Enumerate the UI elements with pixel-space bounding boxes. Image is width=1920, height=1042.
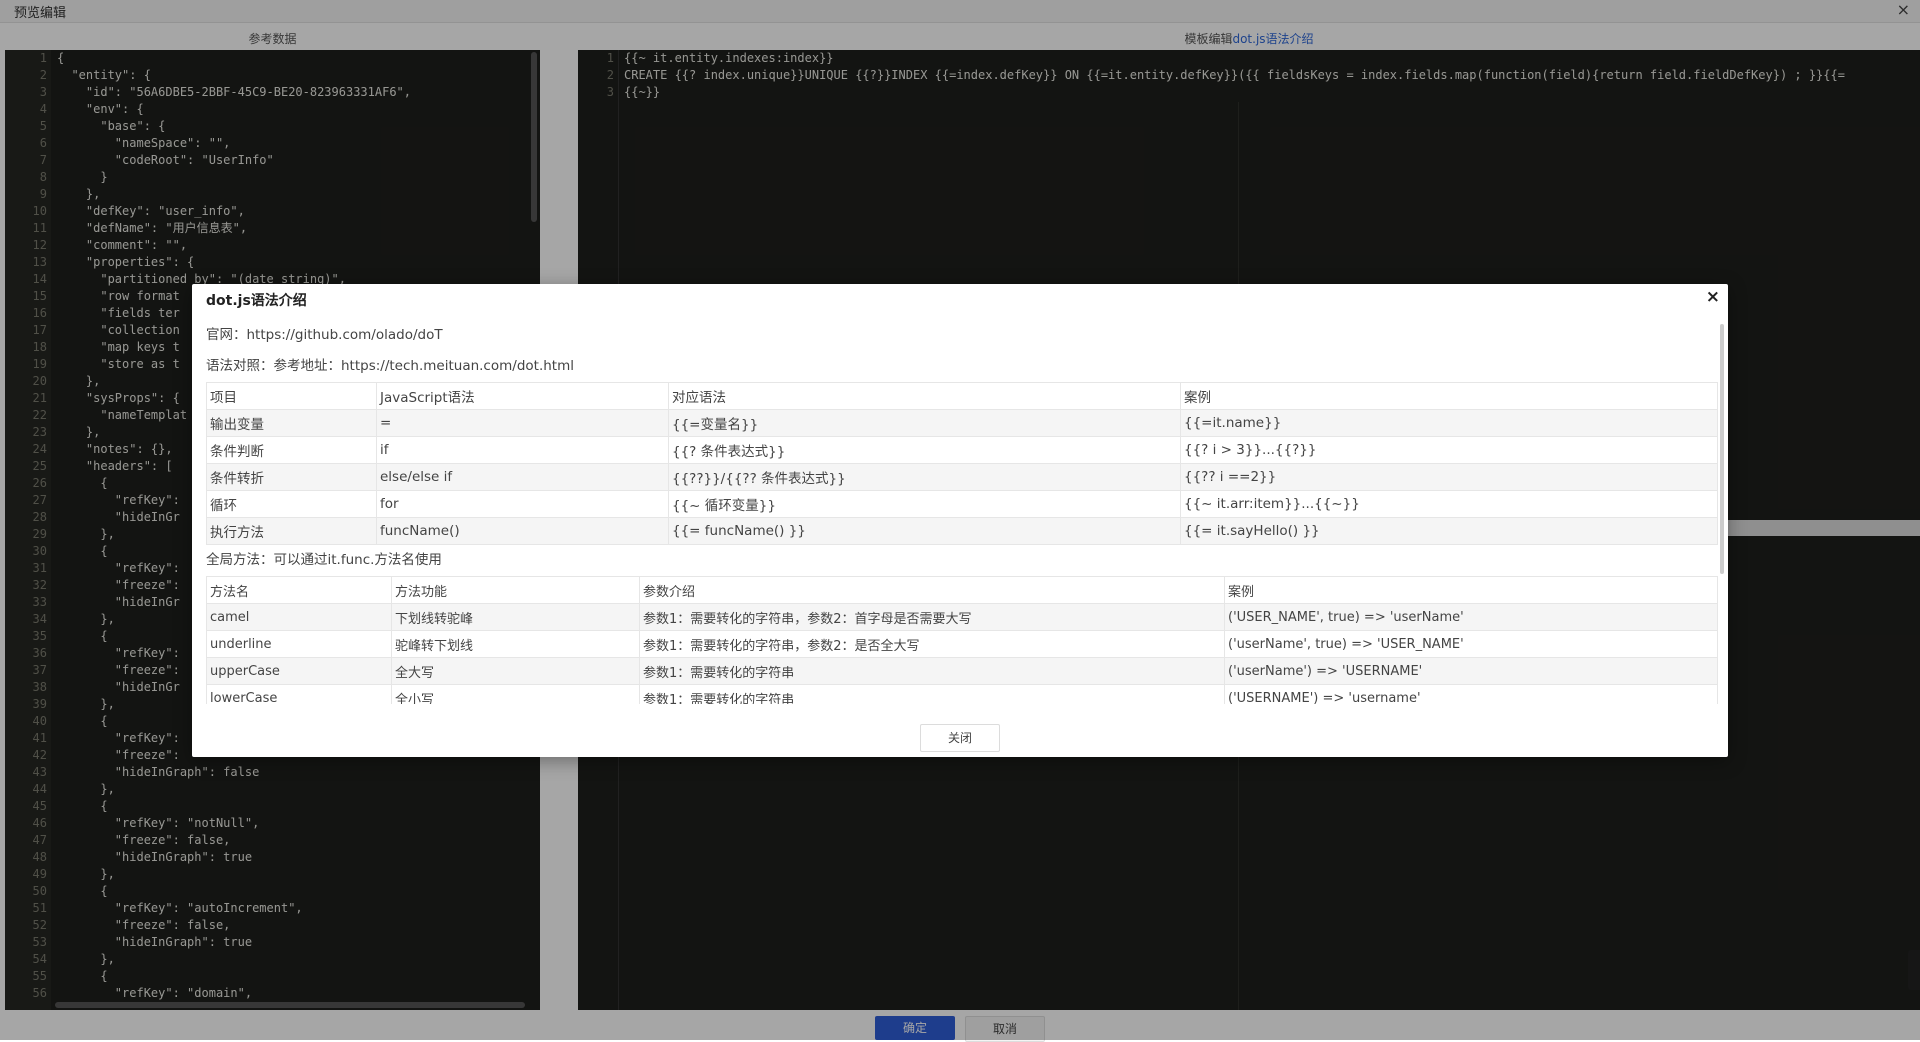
table-row: 条件判断 if {{? 条件表达式}} {{? i > 3}}...{{?}} xyxy=(206,436,1718,464)
table-header-row: 项目 JavaScript语法 对应语法 案例 xyxy=(206,382,1718,410)
table-cell: camel xyxy=(206,603,392,631)
table-cell: lowerCase xyxy=(206,684,392,704)
dialog-title: dot.js语法介绍 xyxy=(206,293,307,309)
table-cell: {{= it.sayHello() }} xyxy=(1180,517,1718,545)
table-row: lowerCase 全小写 参数1：需要转化的字符串 ('USERNAME') => … xyxy=(206,684,1718,704)
dialog-close-icon[interactable]: × xyxy=(1706,287,1720,307)
syntax-table: 项目 JavaScript语法 对应语法 案例 输出变量 = {{=变量名}} {{=it.n… xyxy=(206,382,1718,545)
table-row: 条件转折 else/else if {{??}}/{{?? 条件表达式}} {{?? … xyxy=(206,463,1718,491)
website-line: 官网：https://github.com/olado/doT xyxy=(206,327,443,343)
table-cell: 输出变量 xyxy=(206,409,377,437)
table-cell: 条件转折 xyxy=(206,463,377,491)
header-cell: 项目 xyxy=(206,382,377,410)
table-row: 循环 for {{~ 循环变量}} {{~ it.arr:item}}...{{~}} xyxy=(206,490,1718,518)
function-table: 方法名 方法功能 参数介绍 案例 camel 下划线转驼峰 参数1：需要转化的字符串，参数2… xyxy=(206,576,1718,704)
reference-line: 语法对照：参考地址：https://tech.meituan.com/dot.h… xyxy=(206,358,574,374)
table-cell: 参数1：需要转化的字符串，参数2：是否全大写 xyxy=(639,630,1225,658)
table-cell: {{= funcName() }} xyxy=(668,517,1181,545)
table-cell: ('userName') => 'USERNAME' xyxy=(1224,657,1718,685)
dialog-body[interactable]: 官网：https://github.com/olado/doT 语法对照：参考地… xyxy=(206,320,1720,704)
table-row: 输出变量 = {{=变量名}} {{=it.name}} xyxy=(206,409,1718,437)
table-cell: {{~ it.arr:item}}...{{~}} xyxy=(1180,490,1718,518)
table-cell: {{?? i ==2}} xyxy=(1180,463,1718,491)
table-cell: {{=it.name}} xyxy=(1180,409,1718,437)
table-cell: 下划线转驼峰 xyxy=(391,603,640,631)
table-cell: = xyxy=(376,409,669,437)
dialog-close-button[interactable]: 关闭 xyxy=(920,724,1000,752)
table-cell: ('USERNAME') => 'username' xyxy=(1224,684,1718,704)
table-cell: {{~ 循环变量}} xyxy=(668,490,1181,518)
table-row: 执行方法 funcName() {{= funcName() }} {{= it.sa… xyxy=(206,517,1718,545)
table-cell: {{? 条件表达式}} xyxy=(668,436,1181,464)
table-cell: ('userName', true) => 'USER_NAME' xyxy=(1224,630,1718,658)
table-cell: for xyxy=(376,490,669,518)
table-cell: 条件判断 xyxy=(206,436,377,464)
global-methods-line: 全局方法：可以通过it.func.方法名使用 xyxy=(206,552,442,568)
table-cell: {{??}}/{{?? 条件表达式}} xyxy=(668,463,1181,491)
dialog-scrollbar[interactable] xyxy=(1720,324,1724,574)
header-cell: JavaScript语法 xyxy=(376,382,669,410)
table-cell: if xyxy=(376,436,669,464)
table-header-row: 方法名 方法功能 参数介绍 案例 xyxy=(206,576,1718,604)
header-cell: 案例 xyxy=(1180,382,1718,410)
table-row: upperCase 全大写 参数1：需要转化的字符串 ('userName') => … xyxy=(206,657,1718,685)
table-row: camel 下划线转驼峰 参数1：需要转化的字符串，参数2：首字母是否需要大写 ('U… xyxy=(206,603,1718,631)
table-cell: 全大写 xyxy=(391,657,640,685)
table-cell: funcName() xyxy=(376,517,669,545)
table-cell: {{? i > 3}}...{{?}} xyxy=(1180,436,1718,464)
header-cell: 方法功能 xyxy=(391,576,640,604)
header-cell: 方法名 xyxy=(206,576,392,604)
table-cell: 执行方法 xyxy=(206,517,377,545)
table-cell: upperCase xyxy=(206,657,392,685)
header-cell: 对应语法 xyxy=(668,382,1181,410)
table-cell: 循环 xyxy=(206,490,377,518)
table-cell: else/else if xyxy=(376,463,669,491)
table-cell: 参数1：需要转化的字符串 xyxy=(639,657,1225,685)
syntax-dialog: dot.js语法介绍 × 官网：https://github.com/olado… xyxy=(192,284,1728,757)
header-cell: 参数介绍 xyxy=(639,576,1225,604)
table-row: underline 驼峰转下划线 参数1：需要转化的字符串，参数2：是否全大写 ('u… xyxy=(206,630,1718,658)
table-cell: underline xyxy=(206,630,392,658)
table-cell: ('USER_NAME', true) => 'userName' xyxy=(1224,603,1718,631)
table-cell: 驼峰转下划线 xyxy=(391,630,640,658)
table-cell: {{=变量名}} xyxy=(668,409,1181,437)
table-cell: 参数1：需要转化的字符串，参数2：首字母是否需要大写 xyxy=(639,603,1225,631)
table-cell: 全小写 xyxy=(391,684,640,704)
table-cell: 参数1：需要转化的字符串 xyxy=(639,684,1225,704)
header-cell: 案例 xyxy=(1224,576,1718,604)
